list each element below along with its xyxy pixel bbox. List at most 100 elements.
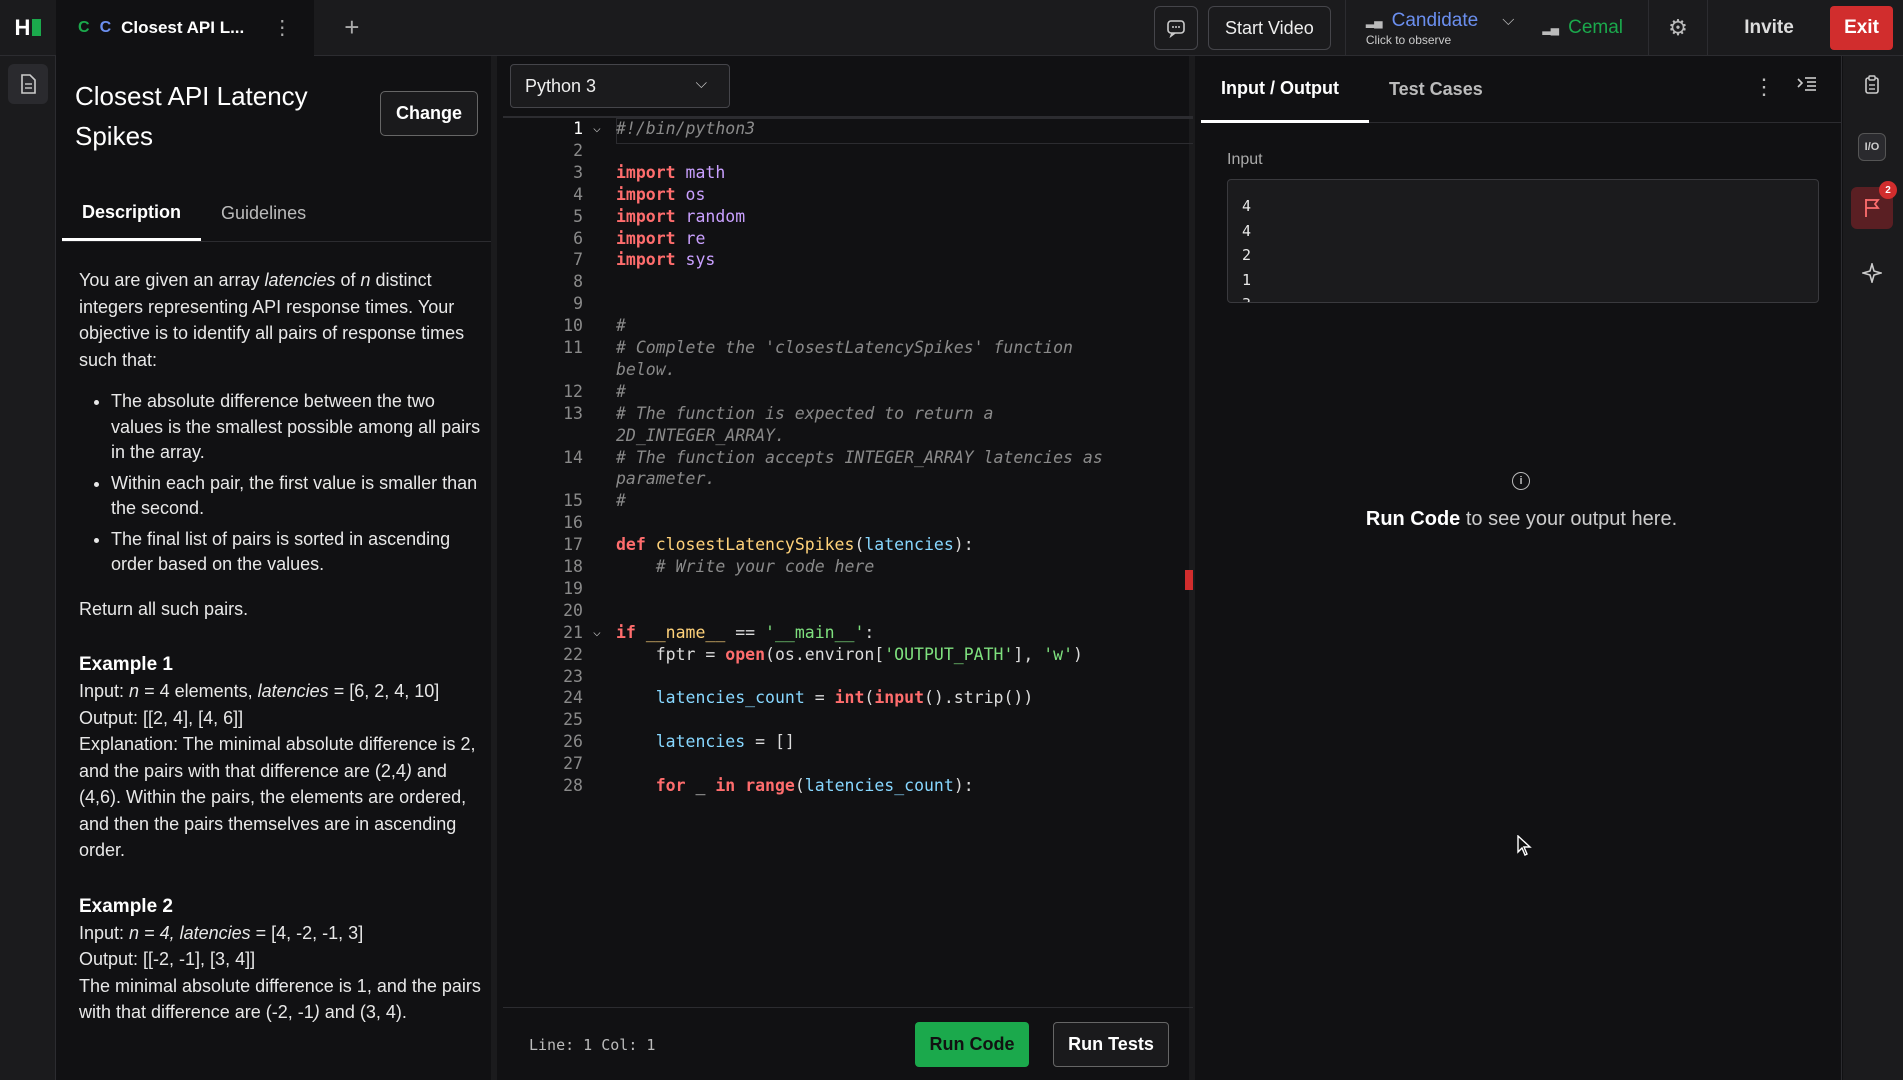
requirements-list: The absolute difference between the two … [111, 389, 484, 578]
code-text: # [616, 381, 626, 401]
io-panel: Input / Output Test Cases ⋮ Input 4 4 2 … [1201, 56, 1842, 1080]
notes-icon[interactable] [1851, 64, 1893, 106]
tab-description[interactable]: Description [62, 186, 202, 241]
example-explanation: The minimal absolute difference is 1, an… [79, 975, 481, 1023]
left-rail [0, 56, 56, 1080]
hackerrank-logo[interactable]: H [0, 0, 56, 56]
example-output: Output: [[2, 4], [4, 6]] [79, 707, 244, 728]
start-video-button[interactable]: Start Video [1207, 6, 1331, 50]
description-panel: Closest API Latency Spikes Change Descri… [57, 56, 497, 1080]
question-tab[interactable]: C C Closest API L... ⋮ [56, 0, 315, 56]
tab-letter-1: C [78, 18, 90, 36]
code-text: if __name__ == '__main__': [616, 622, 875, 642]
line-number: 17 [563, 535, 583, 555]
candidate-selector[interactable]: ▂▄ Candidate ⌵ Click to observe [1346, 10, 1533, 47]
language-value: Python 3 [525, 75, 597, 96]
code-text: # The function is expected to return a [616, 403, 994, 423]
chevron-down-icon: ⌵ [695, 75, 707, 92]
chat-button[interactable] [1153, 6, 1198, 50]
top-bar: H C C Closest API L... ⋮ + Start Video ▂… [0, 0, 1903, 56]
problem-intro: You are given an array latencies of n di… [79, 270, 465, 370]
code-editor-panel: Python 3 ⌵ 1 ⌵ #!/bin/python3 2 3 import math… [503, 56, 1195, 1080]
line-number: 19 [563, 578, 583, 598]
tab-input-output[interactable]: Input / Output [1201, 56, 1369, 123]
editor-footer: Line: 1 Col: 1 Run Code Run Tests [503, 1007, 1193, 1080]
run-code-button[interactable]: Run Code [915, 1022, 1029, 1067]
interviewer-name: Cemal [1568, 17, 1623, 38]
code-text: #!/bin/python3 [616, 119, 756, 138]
example-2: Example 2 Input: n = 4, latencies = [4, … [79, 894, 484, 1026]
interviewer-status: ▂▄ Cemal [1532, 17, 1648, 39]
example-input: Input: n = 4 elements, latencies = [6, 2… [79, 681, 440, 701]
line-number: 14 [563, 447, 583, 467]
example-heading: Example 1 [79, 654, 173, 675]
line-number: 2 [573, 140, 583, 160]
ai-sparkle-icon[interactable] [1851, 252, 1893, 294]
signal-icon: ▂▄ [1365, 13, 1383, 28]
example-1: Example 1 Input: n = 4 elements, latenci… [79, 652, 484, 864]
line-number: 28 [563, 776, 583, 795]
document-icon[interactable] [8, 64, 48, 104]
list-item: The final list of pairs is sorted in asc… [111, 527, 484, 578]
settings-gear-icon[interactable]: ⚙ [1649, 15, 1707, 41]
code-text: import os [616, 184, 706, 204]
code-text: def closestLatencySpikes(latencies): [616, 535, 974, 555]
flag-count-badge: 2 [1879, 181, 1897, 199]
tab-kebab-icon[interactable]: ⋮ [272, 15, 292, 40]
line-number: 10 [563, 316, 583, 336]
line-number: 13 [563, 403, 583, 423]
code-text: import random [616, 206, 746, 226]
line-number: 9 [573, 294, 583, 314]
line-number: 23 [563, 666, 583, 686]
hint-bold: Run Code [1365, 508, 1461, 530]
add-tab-icon[interactable]: + [344, 12, 359, 43]
collapse-panel-icon[interactable] [1797, 76, 1817, 97]
question-tab-name: Closest API L... [121, 17, 245, 37]
code-text: latencies = [] [655, 732, 795, 752]
candidate-sub: Click to observe [1365, 32, 1452, 47]
code-text: fptr = open(os.environ['OUTPUT_PATH'], '… [616, 644, 1083, 664]
code-line[interactable]: 28 for _ in range(latencies_count): [503, 776, 1183, 803]
info-icon: i [1512, 472, 1530, 490]
code-text: import re [616, 228, 706, 248]
fold-chevron-icon[interactable]: ⌵ [593, 625, 601, 640]
change-button[interactable]: Change [380, 91, 478, 136]
right-rail: I/O 2 [1843, 56, 1903, 1080]
exit-button[interactable]: Exit [1830, 6, 1893, 50]
io-tabs: Input / Output Test Cases ⋮ [1201, 56, 1842, 123]
code-text: below. [616, 359, 676, 379]
chevron-down-icon[interactable]: ⌵ [1502, 12, 1514, 30]
tab-test-cases[interactable]: Test Cases [1389, 56, 1483, 123]
code-area[interactable]: 1 ⌵ #!/bin/python3 2 3 import math 4 import os 5… [503, 116, 1193, 986]
return-text: Return all such pairs. [79, 598, 249, 619]
error-scroll-marker [1185, 570, 1193, 590]
code-text: 2D_INTEGER_ARRAY. [616, 425, 785, 445]
language-select[interactable]: Python 3 ⌵ [510, 64, 730, 108]
code-text: for _ in range(latencies_count): [655, 776, 974, 795]
line-number: 8 [573, 272, 583, 292]
fold-chevron-icon[interactable]: ⌵ [593, 121, 601, 136]
line-number: 27 [563, 754, 583, 774]
more-options-icon[interactable]: ⋮ [1753, 74, 1775, 100]
line-number: 20 [563, 600, 583, 620]
line-number: 22 [563, 644, 583, 664]
list-item: Within each pair, the first value is sma… [111, 471, 484, 522]
flag-icon[interactable]: 2 [1851, 181, 1897, 229]
example-heading: Example 2 [79, 895, 173, 917]
line-number: 15 [563, 491, 583, 511]
code-text: # [616, 316, 626, 336]
io-toggle-icon[interactable]: I/O [1858, 133, 1886, 161]
candidate-label: Candidate [1391, 9, 1479, 31]
invite-button[interactable]: Invite [1708, 17, 1830, 39]
line-number: 1 [573, 119, 583, 138]
example-explanation: Explanation: The minimal absolute differ… [79, 734, 476, 860]
line-number: 21 [563, 622, 583, 642]
code-text: parameter. [616, 469, 716, 489]
code-text: import math [616, 162, 726, 182]
line-number: 5 [573, 206, 583, 226]
tab-guidelines[interactable]: Guidelines [201, 186, 326, 241]
line-number: 3 [573, 162, 583, 182]
line-number: 18 [563, 557, 583, 576]
custom-input-textarea[interactable]: 4 4 2 1 3 [1227, 179, 1819, 303]
run-tests-button[interactable]: Run Tests [1053, 1022, 1169, 1067]
